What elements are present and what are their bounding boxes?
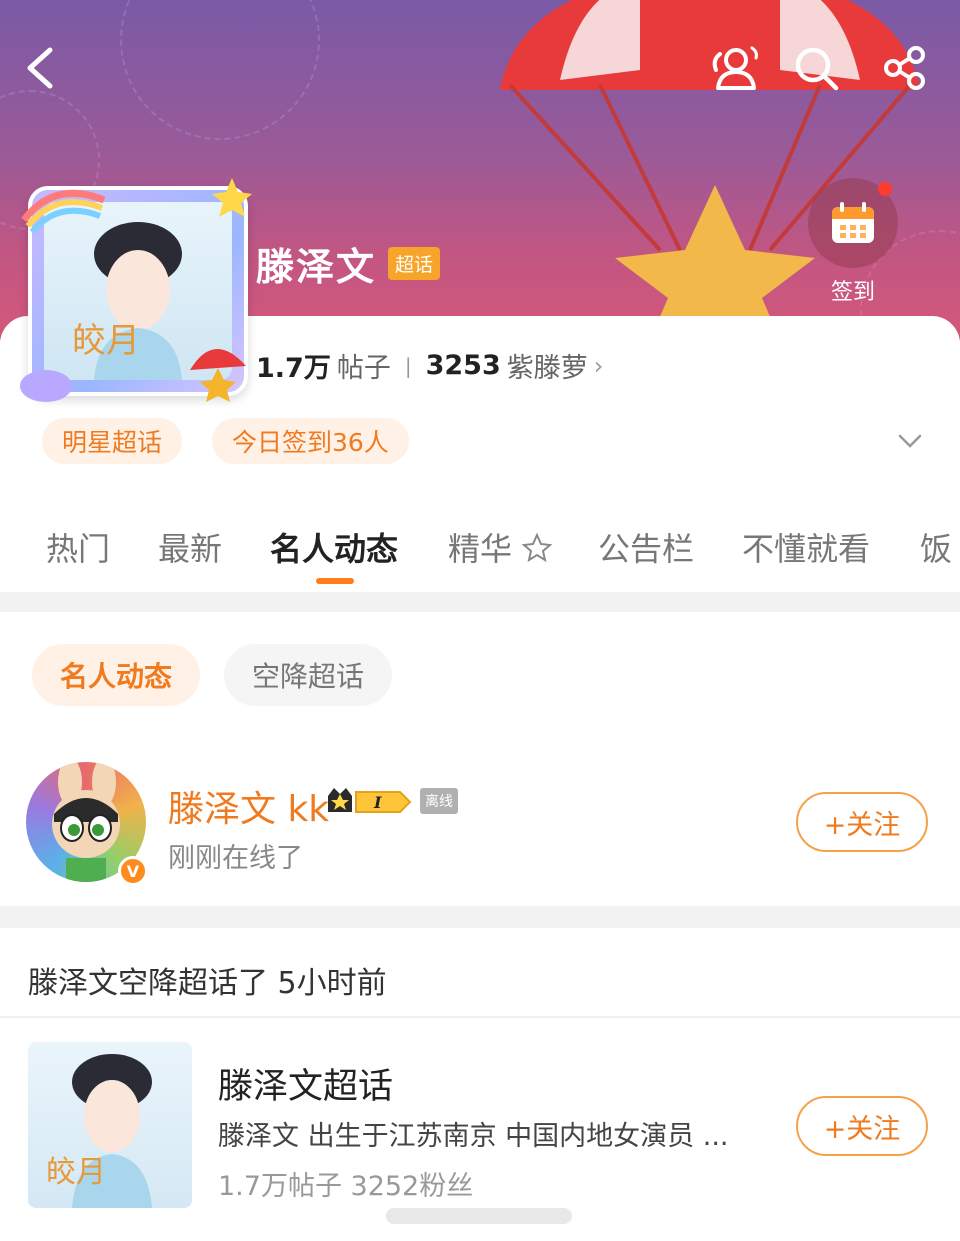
tab-fans[interactable]: 饭 [920,524,952,570]
tab-featured-label: 精华 [448,530,513,568]
svg-text:I: I [373,793,382,812]
topic-title[interactable]: 滕泽文超话 [218,1058,393,1109]
airdrop-event-section: 滕泽文空降超话了 5小时前 皎月 滕泽文超话 滕泽文 出生于江苏南京 中国内地女… [0,928,960,1241]
online-users-button[interactable] [708,42,760,94]
community-title: 滕泽文 超话 [256,236,441,291]
tab-bar: 热门 最新 名人动态 精华 公告栏 不懂就看 饭 [0,500,960,592]
chevron-left-icon [27,47,53,89]
checkin-button[interactable]: 签到 [808,178,898,306]
posts-label: 帖子 [336,353,391,384]
share-button[interactable] [878,42,930,94]
search-button[interactable] [790,42,842,94]
tab-latest[interactable]: 最新 [158,524,222,570]
topic-description: 滕泽文 出生于江苏南京 中国内地女演员 ... [218,1121,729,1152]
svg-text:皎月: 皎月 [46,1155,106,1190]
tab-hot[interactable]: 热门 [46,524,110,570]
search-icon [795,47,839,91]
chevron-right-icon: › [593,351,604,380]
checkin-label: 签到 [830,280,875,305]
back-button[interactable] [14,42,66,94]
share-icon [884,46,925,90]
active-tab-indicator [316,578,354,584]
offline-tag: 离线 [420,788,458,814]
home-indicator [386,1208,572,1224]
level-badge-icon: I [328,788,412,813]
tab-featured[interactable]: 精华 [448,524,553,570]
subtab-celebrity-updates[interactable]: 名人动态 [32,644,201,706]
follow-user-button[interactable]: +关注 [796,792,928,852]
topic-thumbnail[interactable]: 皎月 [28,1042,192,1208]
star-badge-icon [521,532,553,563]
event-text: 滕泽文空降超话了 5小时前 [28,966,387,1001]
super-topic-tag: 超话 [388,247,441,280]
rainbow-frame-decoration [20,178,252,402]
portrait-image: 皎月 [46,1054,152,1208]
divider [0,1016,960,1018]
community-avatar[interactable]: 皎月 [14,170,262,410]
star-super-topic-pill[interactable]: 明星超话 [42,418,183,464]
subtab-airdrop[interactable]: 空降超话 [224,644,393,706]
chevron-down-icon [898,434,922,448]
group-icon [712,46,758,90]
posts-count: 1.7万 [256,353,331,384]
fans-count: 3253 [425,350,501,381]
calendar-icon [832,202,874,243]
notification-dot [878,182,892,196]
user-name[interactable]: 滕泽文 kk [168,780,329,832]
topic-stats: 1.7万帖子 3252粉丝 [218,1171,474,1202]
expand-button[interactable] [890,424,930,458]
checkin-count-pill[interactable]: 今日签到36人 [212,418,409,464]
user-status: 刚刚在线了 [168,843,303,874]
tab-faq[interactable]: 不懂就看 [742,524,870,570]
fans-label: 紫滕萝 [506,353,588,384]
celebrity-updates-section: 名人动态 空降超话 V 滕泽文 kk I 离线 刚刚在线了 +关注 [0,612,960,906]
stats-divider: | [404,353,412,378]
verified-badge: V [118,856,148,886]
community-name: 滕泽文 [256,245,377,289]
tab-celebrity-updates[interactable]: 名人动态 [270,524,398,570]
follow-topic-button[interactable]: +关注 [796,1096,928,1156]
tab-announcements[interactable]: 公告栏 [598,524,694,570]
community-stats[interactable]: 1.7万 帖子 | 3253 紫滕萝 › [256,346,603,385]
